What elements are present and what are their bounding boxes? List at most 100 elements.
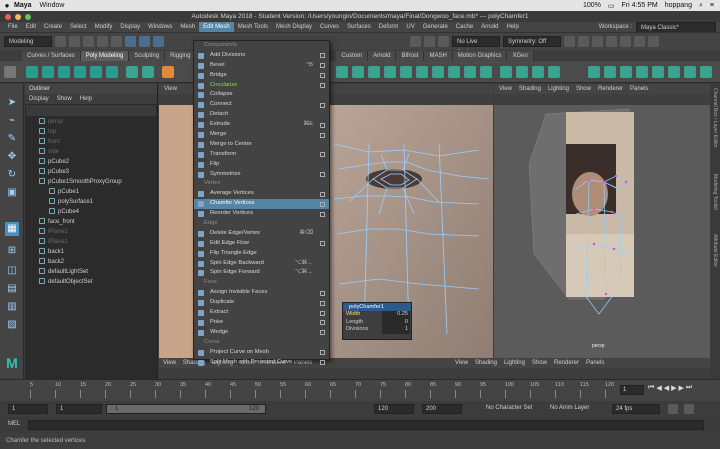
option-box-icon[interactable] bbox=[320, 330, 325, 336]
shelf-tab-arnold[interactable]: Arnold bbox=[368, 51, 397, 61]
option-box-icon[interactable] bbox=[320, 310, 325, 316]
outliner-item[interactable]: pCube1 bbox=[25, 187, 157, 197]
smooth-icon[interactable] bbox=[368, 66, 380, 78]
menu-item-add-divisions[interactable]: Add Divisions bbox=[194, 51, 329, 61]
maya-menu-curves[interactable]: Curves bbox=[316, 22, 343, 32]
poly-cube-icon[interactable] bbox=[42, 66, 54, 78]
menu-item-split-mesh-with-projected-curve[interactable]: Split Mesh with Projected Curve bbox=[194, 358, 329, 368]
shelf-tab-motion-graphics[interactable]: Motion Graphics bbox=[452, 51, 508, 61]
tab-modeling-toolkit[interactable]: Modeling Toolkit bbox=[711, 174, 719, 210]
menu-item-flip-triangle-edge[interactable]: Flip Triangle Edge bbox=[194, 249, 329, 259]
layout-outliner-icon[interactable]: ▤ bbox=[5, 282, 19, 296]
select-component-icon[interactable] bbox=[153, 36, 164, 47]
save-scene-icon[interactable] bbox=[83, 36, 94, 47]
time-slider[interactable]: 5 10 15 20 25 30 35 40 45 50 55 60 65 70 75 80 85 90 95 100… bbox=[0, 379, 720, 401]
mel-label[interactable]: MEL bbox=[8, 421, 20, 427]
option-box-icon[interactable] bbox=[320, 73, 325, 79]
vp-menu-view[interactable]: View bbox=[499, 84, 512, 94]
menu-item-assign-invisible-faces[interactable]: Assign Invisible Faces bbox=[194, 288, 329, 298]
outliner-item[interactable]: back2 bbox=[25, 257, 157, 267]
option-box-icon[interactable] bbox=[320, 122, 325, 128]
max-frame-field[interactable]: 200 bbox=[422, 404, 462, 414]
maya-menu-generate[interactable]: Generate bbox=[419, 22, 452, 32]
layout-graph-icon[interactable]: ▧ bbox=[5, 318, 19, 332]
range-start-field[interactable]: 1 bbox=[56, 404, 102, 414]
viewport-persp[interactable]: View Shading Lighting Show Renderer Pane… bbox=[494, 84, 710, 358]
snap-curve-icon[interactable] bbox=[424, 36, 435, 47]
auto-key-icon[interactable] bbox=[668, 404, 678, 414]
br-menu-view[interactable]: View bbox=[455, 358, 468, 368]
fps-dropdown[interactable]: 24 fps bbox=[612, 404, 660, 414]
poly-disc-icon[interactable] bbox=[126, 66, 138, 78]
option-box-icon[interactable] bbox=[320, 201, 325, 207]
anim-prefs-icon[interactable] bbox=[684, 404, 694, 414]
layout-uv-icon[interactable] bbox=[684, 66, 696, 78]
mel-command-input[interactable] bbox=[28, 420, 704, 430]
maya-menu-select[interactable]: Select bbox=[66, 22, 91, 32]
option-box-icon[interactable] bbox=[320, 152, 325, 158]
maya-menu-deform[interactable]: Deform bbox=[375, 22, 403, 32]
select-object-icon[interactable] bbox=[139, 36, 150, 47]
maya-menu-cache[interactable]: Cache bbox=[452, 22, 477, 32]
outliner-item[interactable]: pCube4 bbox=[25, 207, 157, 217]
edge-loop-icon[interactable] bbox=[548, 66, 560, 78]
outliner-search-input[interactable] bbox=[26, 105, 156, 116]
viewport-left-menu-view[interactable]: View bbox=[164, 84, 177, 94]
outliner-item[interactable]: side bbox=[25, 147, 157, 157]
br-menu-panels[interactable]: Panels bbox=[586, 358, 604, 368]
menu-item-spin-edge-forward[interactable]: Spin Edge Forward ⌥⌘→ bbox=[194, 268, 329, 278]
menu-item-reorder-vertices[interactable]: Reorder Vertices bbox=[194, 209, 329, 219]
option-box-icon[interactable] bbox=[320, 132, 325, 138]
unfold-icon[interactable] bbox=[668, 66, 680, 78]
minimize-window-button[interactable] bbox=[15, 14, 21, 20]
snap-grid-icon[interactable] bbox=[410, 36, 421, 47]
menu-item-wedge[interactable]: Wedge bbox=[194, 328, 329, 338]
separate-icon[interactable] bbox=[352, 66, 364, 78]
shelf-tab-rigging[interactable]: Rigging bbox=[165, 51, 197, 61]
option-box-icon[interactable] bbox=[320, 320, 325, 326]
select-hierarchy-icon[interactable] bbox=[125, 36, 136, 47]
outliner-item[interactable]: pCube1SmoothProxyGroup bbox=[25, 177, 157, 187]
planar-map-icon[interactable] bbox=[604, 66, 616, 78]
mac-app-menu[interactable]: Maya bbox=[14, 2, 32, 9]
anim-layer-dropdown[interactable]: No Anim Layer bbox=[550, 405, 589, 411]
shelf-tab-sculpting[interactable]: Sculpting bbox=[129, 51, 166, 61]
option-box-icon[interactable] bbox=[320, 360, 325, 365]
toggle-panel-icon[interactable] bbox=[620, 36, 631, 47]
layout-persp-icon[interactable]: ▥ bbox=[5, 300, 19, 314]
poly-torus-icon[interactable] bbox=[90, 66, 102, 78]
menu-item-detach[interactable]: Detach bbox=[194, 110, 329, 120]
step-back-icon[interactable]: ◀︎ bbox=[656, 384, 661, 392]
menu-item-merge[interactable]: Merge bbox=[194, 130, 329, 140]
option-box-icon[interactable] bbox=[320, 63, 325, 69]
menu-item-poke[interactable]: Poke bbox=[194, 318, 329, 328]
outliner-item[interactable]: lPlane1 bbox=[25, 237, 157, 247]
outliner-item[interactable]: polySurface1 bbox=[25, 197, 157, 207]
br-menu-renderer[interactable]: Renderer bbox=[554, 358, 579, 368]
maya-menu-edit-mesh[interactable]: Edit Mesh bbox=[199, 22, 234, 32]
menu-item-extract[interactable]: Extract bbox=[194, 308, 329, 318]
current-frame-field[interactable]: 1 bbox=[620, 385, 644, 395]
render-settings-icon[interactable] bbox=[592, 36, 603, 47]
shelf-tab-custom[interactable]: Custom bbox=[336, 51, 369, 61]
vp-menu-show[interactable]: Show bbox=[576, 84, 591, 94]
maya-menu-modify[interactable]: Modify bbox=[91, 22, 117, 32]
character-set-dropdown[interactable]: No Character Set bbox=[486, 405, 532, 411]
maya-menu-mesh[interactable]: Mesh bbox=[176, 22, 199, 32]
tab-attribute-editor[interactable]: Attribute Editor bbox=[711, 234, 719, 267]
maya-menu-help[interactable]: Help bbox=[502, 22, 522, 32]
user-name[interactable]: hoppang bbox=[665, 2, 692, 9]
render-icon[interactable] bbox=[564, 36, 575, 47]
rotate-tool-icon[interactable]: ↻ bbox=[5, 168, 19, 182]
layout-quad-icon[interactable]: ⊞ bbox=[5, 244, 19, 258]
poly-cylinder-icon[interactable] bbox=[58, 66, 70, 78]
bl-menu-view[interactable]: View bbox=[163, 358, 176, 368]
menu-item-average-vertices[interactable]: Average Vertices bbox=[194, 189, 329, 199]
platonic-solid-icon[interactable] bbox=[142, 66, 154, 78]
fill-hole-icon[interactable] bbox=[480, 66, 492, 78]
shelf-tab-poly-modeling[interactable]: Poly Modeling bbox=[80, 51, 130, 61]
bevel-icon[interactable] bbox=[448, 66, 460, 78]
poly-attr-value[interactable]: 0 bbox=[382, 318, 410, 326]
outliner-item[interactable]: face_front bbox=[25, 217, 157, 227]
battery-icon[interactable]: ▭ bbox=[608, 2, 615, 10]
